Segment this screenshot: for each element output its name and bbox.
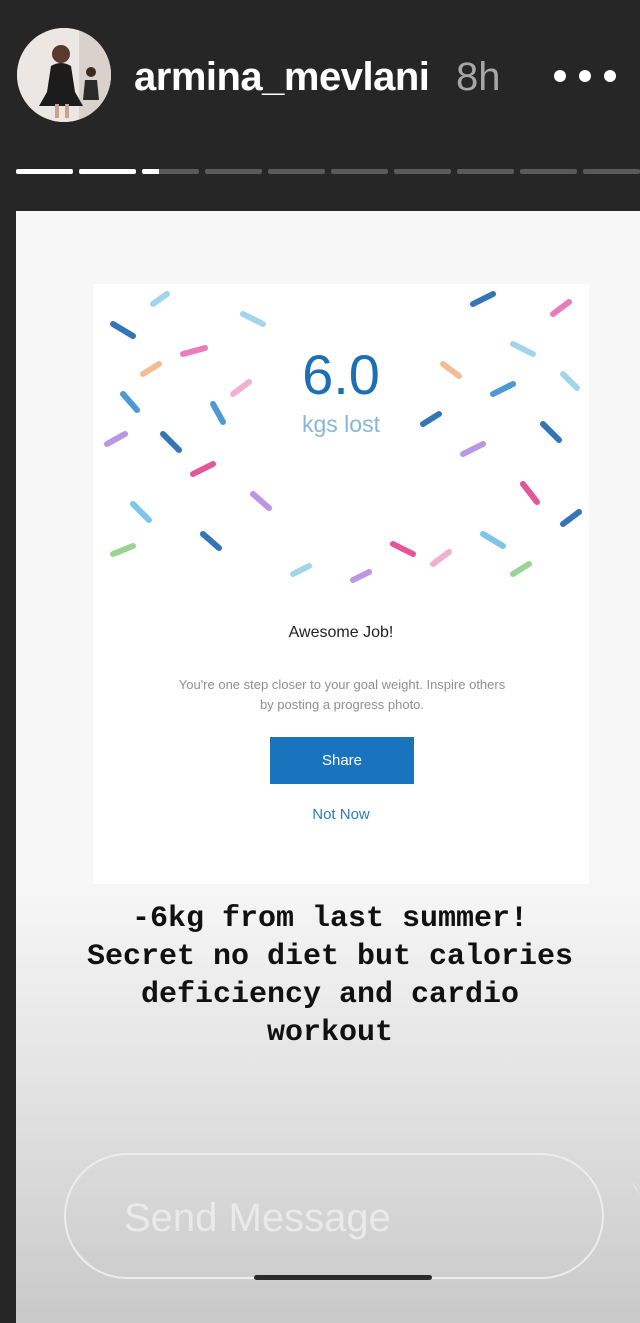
more-options-icon[interactable] (550, 62, 620, 90)
progress-segment (583, 169, 640, 174)
progress-segment (331, 169, 388, 174)
avatar[interactable] (17, 28, 111, 122)
send-message-placeholder: Send Message (124, 1196, 391, 1240)
send-message-input[interactable]: Send Message (64, 1153, 604, 1279)
share-button: Share (270, 737, 414, 784)
progress-segment (394, 169, 451, 174)
story-header: armina_mevlani 8h (0, 0, 640, 160)
success-message-line-1: You're one step closer to your goal weig… (178, 677, 506, 692)
success-heading: Awesome Job! (288, 624, 394, 641)
post-time: 8h (456, 55, 501, 99)
progress-segment (16, 169, 73, 174)
username[interactable]: armina_mevlani (134, 53, 430, 101)
success-message-line-2: by posting a progress photo. (259, 697, 425, 712)
caption-line-1: -6kg from last summer! (131, 902, 529, 936)
confetti-decoration (104, 291, 582, 583)
home-indicator (254, 1275, 432, 1280)
caption-line-3: deficiency and cardio (140, 978, 520, 1012)
progress-segment (520, 169, 577, 174)
send-icon[interactable] (624, 1176, 640, 1200)
story-caption: -6kg from last summer! Secret no diet bu… (30, 900, 630, 1052)
progress-segment (268, 169, 325, 174)
progress-segment (457, 169, 514, 174)
caption-line-2: Secret no diet but calories (86, 940, 574, 974)
result-value: 6.0 (302, 343, 380, 406)
progress-segment (205, 169, 262, 174)
story-progress-bar (16, 169, 640, 175)
progress-segment (79, 169, 136, 174)
success-message: You're one step closer to your goal weig… (130, 675, 554, 715)
not-now-link: Not Now (312, 806, 370, 823)
progress-segment (142, 169, 199, 174)
caption-line-4: workout (266, 1016, 394, 1050)
result-unit: kgs lost (302, 411, 380, 437)
